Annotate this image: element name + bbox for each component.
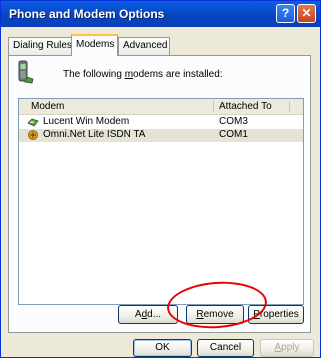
help-button[interactable]: ? (276, 4, 295, 23)
tab-dialing-rules[interactable]: Dialing Rules (8, 37, 72, 55)
intro-text: The following modems are installed: (63, 69, 223, 80)
cancel-button[interactable]: Cancel (197, 339, 254, 357)
tab-modems[interactable]: Modems (71, 34, 118, 56)
modem-list[interactable]: Modem Attached To Lucent Win Modem COM3 … (18, 98, 304, 305)
title-bar[interactable]: Phone and Modem Options ? ✕ (1, 1, 320, 27)
cancel-label: Cancel (209, 342, 242, 353)
close-icon: ✕ (301, 6, 312, 20)
column-divider[interactable] (289, 101, 290, 112)
close-button[interactable]: ✕ (297, 4, 316, 23)
column-header-attached-to[interactable]: Attached To (219, 101, 272, 112)
window-title: Phone and Modem Options (9, 7, 165, 21)
tab-label: Advanced (123, 40, 168, 51)
tab-advanced[interactable]: Advanced (118, 37, 170, 55)
column-header-modem[interactable]: Modem (31, 101, 64, 112)
add-label-start: A (134, 309, 142, 320)
apply-button[interactable]: Apply (260, 339, 314, 357)
tab-label: Dialing Rules (13, 40, 72, 51)
ok-label: OK (155, 342, 170, 353)
list-header: Modem Attached To (19, 99, 303, 115)
modem-name: Lucent Win Modem (43, 116, 130, 127)
help-icon: ? (281, 6, 290, 20)
column-divider[interactable] (213, 101, 214, 112)
modem-port: COM1 (219, 129, 248, 140)
list-item[interactable]: Omni.Net Lite ISDN TA COM1 (19, 129, 303, 142)
intro-text-start: The following (63, 69, 125, 80)
intro-text-mnemonic: m (124, 69, 134, 80)
modem-port: COM3 (219, 116, 248, 127)
intro-text-end: odems are installed: (133, 69, 223, 80)
properties-label-end: roperties (259, 309, 299, 320)
tab-label: Modems (76, 39, 115, 50)
modem-name: Omni.Net Lite ISDN TA (43, 129, 146, 140)
modem-icon (27, 118, 39, 127)
phone-modem-icon (18, 60, 34, 84)
add-label-end: d... (147, 309, 162, 320)
apply-label-end: pply (281, 342, 300, 353)
ok-button[interactable]: OK (133, 339, 192, 357)
isdn-icon (28, 130, 38, 140)
list-item[interactable]: Lucent Win Modem COM3 (19, 116, 303, 129)
